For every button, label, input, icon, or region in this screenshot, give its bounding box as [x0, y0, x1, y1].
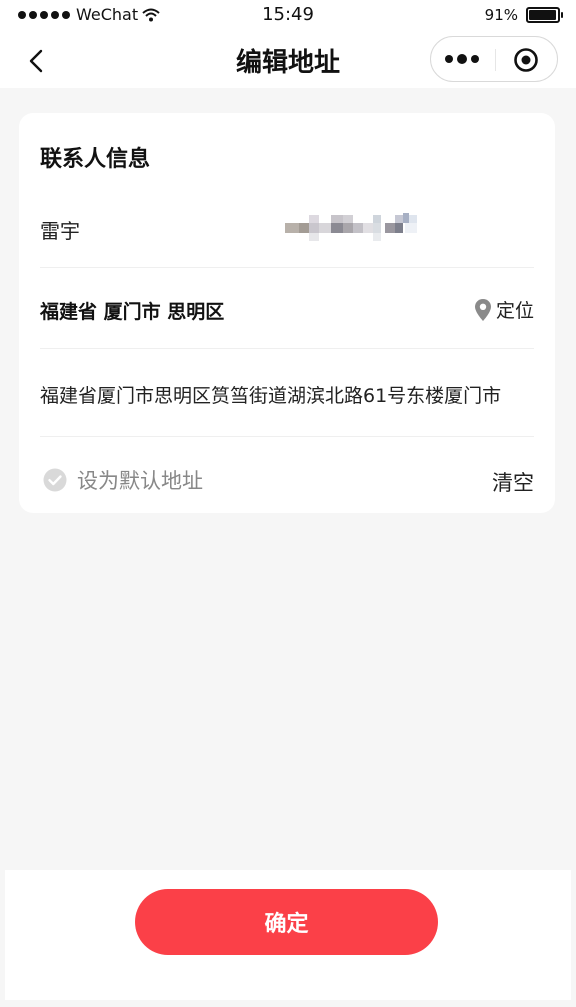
address-detail-input[interactable]: 福建省厦门市思明区筼筜街道湖滨北路61号东楼厦门市 — [40, 381, 534, 408]
default-address-toggle[interactable]: 设为默认地址 — [43, 465, 203, 495]
battery-percent: 91% — [484, 6, 518, 24]
contact-name: 雷宇 — [40, 219, 80, 243]
locate-label: 定位 — [495, 300, 534, 322]
mini-program-capsule — [430, 36, 558, 82]
status-bar: WeChat 15:49 91% — [0, 0, 576, 32]
capsule-divider — [495, 49, 496, 71]
more-options-icon[interactable] — [445, 45, 495, 73]
divider — [40, 436, 534, 437]
default-address-label: 设为默认地址 — [77, 469, 203, 493]
masked-phone-number — [285, 213, 417, 241]
bottom-action-bar: 确定 — [5, 870, 571, 1000]
battery-icon — [526, 7, 563, 23]
locate-button[interactable]: 定位 — [474, 296, 534, 323]
confirm-button[interactable]: 确定 — [135, 889, 438, 955]
contact-section-title: 联系人信息 — [40, 147, 151, 172]
contact-row[interactable]: 雷宇 — [40, 209, 534, 249]
divider — [40, 267, 534, 268]
close-target-icon[interactable] — [513, 47, 539, 73]
clear-button[interactable]: 清空 — [492, 467, 534, 497]
location-pin-icon — [474, 298, 491, 321]
status-right: 91% — [484, 6, 563, 24]
address-form-card: 联系人信息 雷宇 福建省 厦门市 思明区 定位 福建省厦门市思明区筼筜街道湖滨北… — [19, 113, 555, 513]
region-selector[interactable]: 福建省 厦门市 思明区 — [40, 297, 224, 324]
divider — [40, 348, 534, 349]
navigation-bar: 编辑地址 — [0, 32, 576, 88]
battery-fill — [529, 10, 557, 20]
check-circle-icon — [43, 468, 67, 492]
